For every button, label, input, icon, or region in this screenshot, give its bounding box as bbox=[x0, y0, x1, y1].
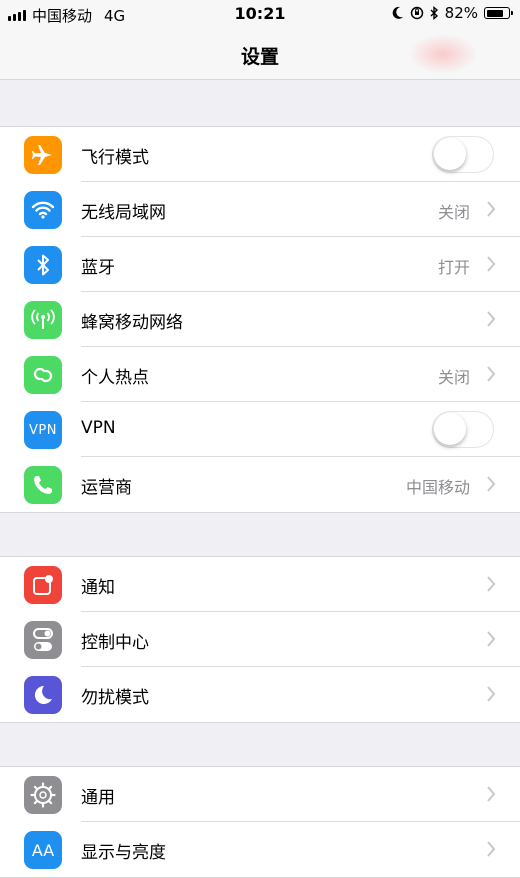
row-label: 运营商 bbox=[81, 478, 132, 498]
phone-icon bbox=[24, 466, 62, 504]
cellular-icon bbox=[24, 301, 62, 339]
battery-icon bbox=[484, 7, 513, 19]
orientation-lock-icon bbox=[410, 6, 423, 20]
toggle-knob bbox=[434, 138, 466, 170]
row-vpn[interactable]: VPN VPN bbox=[0, 402, 520, 457]
row-wifi[interactable]: 无线局域网 关闭 bbox=[0, 182, 520, 237]
row-do-not-disturb[interactable]: 勿扰模式 bbox=[0, 667, 520, 722]
hotspot-icon bbox=[24, 356, 62, 394]
row-bluetooth[interactable]: 蓝牙 打开 bbox=[0, 237, 520, 292]
bluetooth-status-icon bbox=[430, 6, 438, 20]
row-label: 蜂窝移动网络 bbox=[81, 313, 183, 333]
airplane-mode-toggle[interactable] bbox=[432, 136, 494, 173]
chevron-right-icon bbox=[487, 686, 496, 702]
chevron-right-icon bbox=[487, 631, 496, 647]
row-value: 关闭 bbox=[437, 203, 470, 222]
chevron-right-icon bbox=[487, 256, 496, 272]
moon-icon bbox=[24, 676, 62, 714]
chevron-right-icon bbox=[487, 311, 496, 327]
chevron-right-icon bbox=[487, 366, 496, 382]
row-notifications[interactable]: 通知 bbox=[0, 557, 520, 612]
row-display-brightness[interactable]: AA 显示与亮度 bbox=[0, 822, 520, 877]
notifications-icon bbox=[24, 566, 62, 604]
row-label: VPN bbox=[81, 418, 116, 438]
vpn-toggle[interactable] bbox=[432, 411, 494, 448]
airplane-icon bbox=[24, 136, 62, 174]
row-value: 关闭 bbox=[437, 368, 470, 387]
row-label: 无线局域网 bbox=[81, 203, 166, 223]
vpn-icon: VPN bbox=[24, 411, 62, 449]
bluetooth-icon bbox=[24, 246, 62, 284]
row-label: 通用 bbox=[81, 788, 115, 808]
row-personal-hotspot[interactable]: 个人热点 关闭 bbox=[0, 347, 520, 402]
row-label: 显示与亮度 bbox=[81, 843, 166, 863]
status-right: 82% bbox=[392, 4, 513, 22]
row-label: 个人热点 bbox=[81, 368, 149, 388]
row-cellular[interactable]: 蜂窝移动网络 bbox=[0, 292, 520, 347]
row-label: 蓝牙 bbox=[81, 258, 115, 278]
wifi-icon bbox=[24, 191, 62, 229]
chevron-right-icon bbox=[487, 201, 496, 217]
row-general[interactable]: 通用 bbox=[0, 767, 520, 822]
gear-icon bbox=[24, 776, 62, 814]
chevron-right-icon bbox=[487, 576, 496, 592]
control-center-icon bbox=[24, 621, 62, 659]
row-label: 通知 bbox=[81, 578, 115, 598]
row-control-center[interactable]: 控制中心 bbox=[0, 612, 520, 667]
row-label: 飞行模式 bbox=[81, 148, 149, 168]
settings-group-connectivity: 飞行模式 无线局域网 关闭 蓝牙 打开 蜂窝移动网络 个人热点 关闭 VPN V… bbox=[0, 126, 520, 513]
display-brightness-icon: AA bbox=[24, 831, 62, 869]
row-airplane-mode[interactable]: 飞行模式 bbox=[0, 127, 520, 182]
chevron-right-icon bbox=[487, 786, 496, 802]
row-value: 中国移动 bbox=[405, 478, 470, 497]
settings-group-notifications: 通知 控制中心 勿扰模式 bbox=[0, 556, 520, 723]
chevron-right-icon bbox=[487, 841, 496, 857]
settings-group-general: 通用 AA 显示与亮度 bbox=[0, 766, 520, 878]
row-label: 控制中心 bbox=[81, 633, 149, 653]
row-carrier[interactable]: 运营商 中国移动 bbox=[0, 457, 520, 512]
status-bar: 中国移动 4G 10:21 82% bbox=[0, 0, 520, 28]
moon-status-icon bbox=[392, 6, 403, 19]
battery-percent: 82% bbox=[444, 4, 478, 22]
row-value: 打开 bbox=[437, 258, 470, 277]
navigation-bar: 设置 bbox=[0, 28, 520, 80]
chevron-right-icon bbox=[487, 476, 496, 492]
vpn-icon-text: VPN bbox=[29, 422, 57, 438]
row-label: 勿扰模式 bbox=[81, 688, 149, 708]
toggle-knob bbox=[434, 413, 466, 445]
pink-smudge bbox=[408, 34, 478, 74]
